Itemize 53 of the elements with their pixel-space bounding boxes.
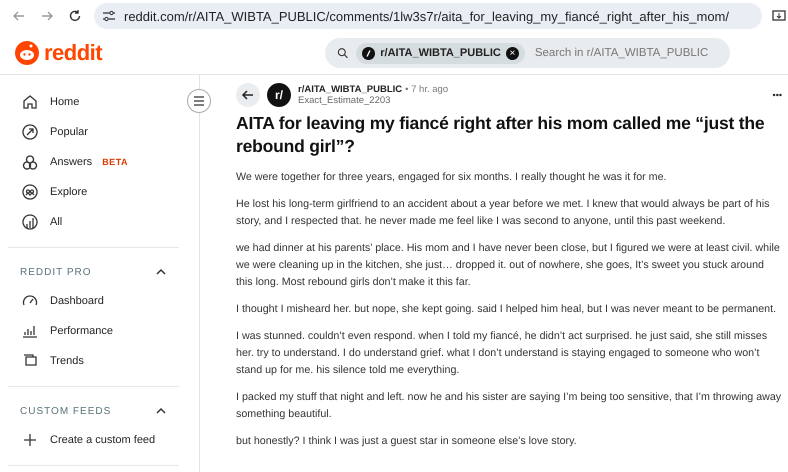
post-paragraph: I thought I misheard her. but nope, she kept going. said I helped him heal, but I was never meant to be permanent.: [236, 302, 778, 317]
sidebar-item[interactable]: Explore: [20, 177, 199, 207]
sidebar-item[interactable]: Dashboard: [20, 286, 199, 316]
all-icon: [20, 212, 40, 232]
sidebar-item[interactable]: Answers BETA: [20, 147, 199, 177]
subreddit-avatar[interactable]: r/: [267, 83, 291, 107]
sidebar-label[interactable]: Answers: [50, 156, 92, 168]
explore-icon: [20, 182, 40, 202]
post-time: • 7 hr. ago: [405, 84, 448, 95]
section-title: CUSTOM FEEDS: [20, 406, 112, 416]
sidebar-label[interactable]: Create a custom feed: [50, 434, 156, 446]
post-paragraph: but honestly? I think I was just a guest star in someone else’s love story.: [236, 434, 578, 449]
post-paragraph: we had dinner at his parents’ place. His mom and I have never been close, but I figured we were at least civil. while we were cleaning up in the kitchen, she just… dropped it. out of nowhere, she goes, It’s sweet you stuck around this long. Most rebound girls don’t make it this far.: [236, 241, 781, 290]
sidebar-label[interactable]: Performance: [50, 325, 113, 337]
post-paragraph: I packed my stuff that night and left. now he and his sister are saying I’m being too sensitive, that I’m throwing away something beautiful.: [236, 390, 782, 422]
sidebar-item[interactable]: Create a custom feed: [20, 425, 199, 455]
url-text: reddit.com/r/AITA_WIBTA_PUBLIC/comments/1lw3s7r/aita_for_leaving_my_fiancé_right_after_his_mom/: [124, 8, 729, 24]
sidebar-label[interactable]: Popular: [50, 126, 88, 138]
sidebar-label[interactable]: Home: [50, 96, 80, 108]
site-settings-icon[interactable]: [102, 10, 116, 22]
sidebar-item[interactable]: Performance: [20, 316, 199, 346]
sidebar-label[interactable]: All: [50, 216, 62, 228]
back-button[interactable]: [236, 83, 260, 107]
menu-icon: [193, 96, 205, 106]
popular-icon: [20, 122, 40, 142]
sidebar-item[interactable]: All: [20, 207, 199, 237]
post-paragraph: I was stunned. couldn’t even respond. when I told my fiancé, he didn’t act surprised. he just said, she still misses her. try to understand. I do understand grief. what I don’t understand is staying engaged to someone who won’t stand up for me. his silence told me everything.: [236, 329, 768, 378]
back-arrow-icon: [241, 88, 255, 102]
sidebar-item[interactable]: Popular: [20, 117, 199, 147]
reddit-logo-icon[interactable]: [14, 40, 40, 66]
sidebar-item[interactable]: Home: [20, 87, 199, 117]
sidebar-label[interactable]: Dashboard: [50, 295, 104, 307]
address-bar[interactable]: reddit.com/r/AITA_WIBTA_PUBLIC/comments/1lw3s7r/aita_for_leaving_my_fiancé_right_after_his_mom/: [94, 3, 762, 29]
post-paragraph: He lost his long-term girlfriend to an accident about a year before we met. I knew that would always be part of his story, and I respected that. he never made me feel like I was second to anyone, until this past weekend.: [236, 197, 770, 229]
search-icon: [337, 46, 348, 60]
search-input[interactable]: Search in r/AITA_WIBTA_PUBLIC: [532, 46, 730, 60]
sidebar-item[interactable]: Trends: [20, 346, 199, 376]
sidebar-label[interactable]: Explore: [50, 186, 88, 198]
subreddit-link[interactable]: r/AITA_WIBTA_PUBLIC: [298, 84, 402, 95]
more-options-button[interactable]: •••: [772, 90, 782, 100]
beta-label: BETA: [102, 157, 128, 167]
sidebar-label[interactable]: Trends: [50, 355, 84, 367]
section-title: REDDIT PRO: [20, 266, 92, 278]
subreddit-chip[interactable]: r/AITA_WIBTA_PUBLIC ×: [356, 42, 525, 64]
post-paragraph: We were together for three years, engaged for six months. I really thought he was it for me.: [236, 170, 668, 185]
subreddit-icon: [362, 46, 376, 60]
menu-button[interactable]: [187, 89, 211, 113]
install-app-icon[interactable]: [772, 9, 786, 23]
remove-chip-button[interactable]: ×: [506, 46, 519, 60]
chip-label: r/AITA_WIBTA_PUBLIC: [380, 47, 501, 59]
search-field[interactable]: r/AITA_WIBTA_PUBLIC × Search in r/AITA_WIBTA_PUBLIC: [325, 38, 730, 68]
post-title: AITA for leaving my fiancé right after his mom called me “just the rebound girl”?: [236, 112, 766, 158]
author-link[interactable]: Exact_Estimate_2203: [298, 95, 766, 106]
